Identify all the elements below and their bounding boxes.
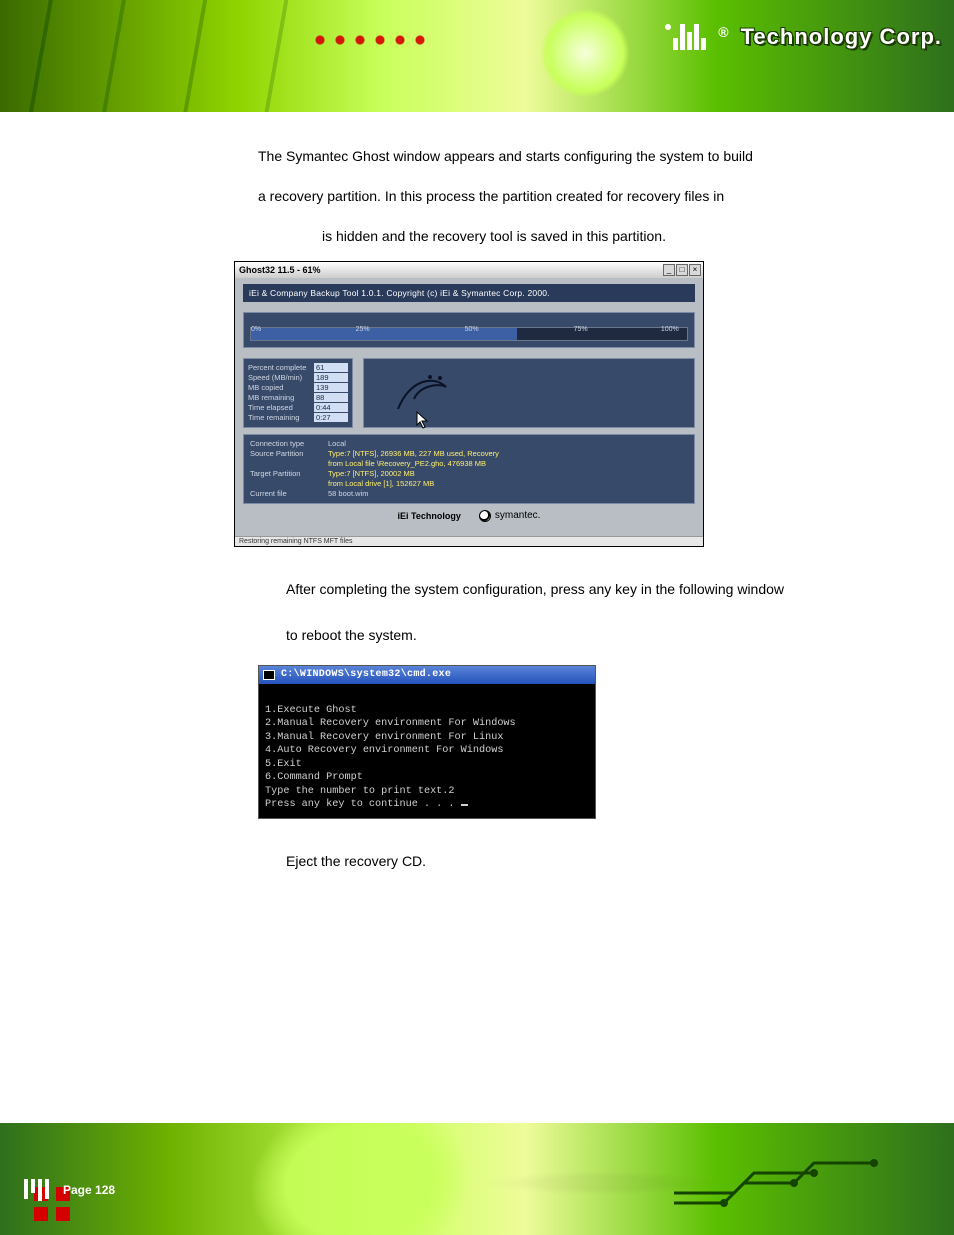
ghost-details: Connection type Local Source Partition Typ… — [243, 434, 695, 504]
step-9: Eject the recovery CD. — [258, 845, 844, 877]
page-number-text: Page 128 — [63, 1183, 115, 1197]
tick-25: 25% — [356, 326, 370, 333]
cmd-title: C:\WINDOWS\system32\cmd.exe — [281, 669, 451, 680]
stat-label: Time remaining — [248, 413, 310, 422]
ghost-footer: iEi Technology symantec. — [243, 504, 695, 528]
step-8: After completing the system configuratio… — [258, 573, 844, 819]
stat-value: 0:44 — [314, 403, 348, 412]
detail-label: Source Partition — [250, 449, 322, 458]
stat-label: Percent complete — [248, 363, 310, 372]
cursor-icon — [416, 411, 430, 429]
iei-footer-brand: iEi Technology — [398, 511, 461, 521]
intro-line-3: is hidden and the recovery tool is saved… — [258, 220, 844, 252]
stat-value: 61 — [314, 363, 348, 372]
step8-line-2: to reboot the system. — [258, 619, 844, 651]
ghost-statistics: Percent complete 61 Speed (MB/min) 189 MB … — [243, 358, 353, 428]
ghost-progress-panel: 0% 25% 50% 75% 100% — [243, 312, 695, 348]
brand: ® Technology Corp. — [663, 24, 942, 50]
ghost-graphic-panel — [363, 358, 695, 428]
registered-mark: ® — [718, 24, 728, 40]
cmd-line: 2.Manual Recovery environment For Window… — [265, 718, 516, 729]
detail-value: 58 boot.wim — [328, 489, 368, 498]
stat-value: 139 — [314, 383, 348, 392]
ghost-window-titlebar: Ghost32 11.5 - 61% _ □ × — [235, 262, 703, 278]
cmd-screenshot: C:\WINDOWS\system32\cmd.exe 1.Execute Gh… — [258, 665, 596, 819]
ghost-swoosh-icon — [390, 369, 454, 417]
cmd-line: 4.Auto Recovery environment For Windows — [265, 745, 503, 756]
stat-label: MB copied — [248, 383, 310, 392]
brand-name: Technology Corp. — [741, 24, 942, 50]
iei-logo-icon — [663, 24, 706, 50]
stat-label: MB remaining — [248, 393, 310, 402]
tick-0: 0% — [251, 326, 261, 333]
page-number: Page 128 — [24, 1179, 115, 1201]
intro-line-1: The Symantec Ghost window appears and st… — [258, 140, 844, 172]
stat-value: 88 — [314, 393, 348, 402]
cmd-line: Type the number to print text.2 — [265, 786, 455, 797]
cmd-line: 5.Exit — [265, 759, 302, 770]
detail-label: Current file — [250, 489, 322, 498]
ghost-status-strip: Restoring remaining NTFS MFT files — [235, 536, 703, 546]
tick-100: 100% — [661, 326, 679, 333]
detail-value: Local — [328, 439, 346, 448]
ghost-progress-bar: 0% 25% 50% 75% 100% — [250, 327, 688, 341]
step8-line-1: After completing the system configuratio… — [258, 573, 844, 605]
step9-line: Eject the recovery CD. — [258, 845, 844, 877]
stat-label: Time elapsed — [248, 403, 310, 412]
detail-value: Type:7 [NTFS], 26936 MB, 227 MB used, Re… — [328, 449, 499, 458]
cursor-icon — [461, 804, 468, 806]
detail-value: Type:7 [NTFS], 20002 MB — [328, 469, 415, 478]
cmd-line: 1.Execute Ghost — [265, 705, 357, 716]
detail-label: Target Partition — [250, 469, 322, 478]
page-footer-banner: Page 128 — [0, 1123, 954, 1235]
cmd-line: Press any key to continue . . . — [265, 799, 461, 810]
tick-75: 75% — [574, 326, 588, 333]
stat-value: 0:27 — [314, 413, 348, 422]
ghost-window-title: Ghost32 11.5 - 61% — [237, 265, 321, 275]
cmd-body: 1.Execute Ghost 2.Manual Recovery enviro… — [259, 684, 595, 818]
cmd-icon — [263, 670, 275, 680]
maximize-icon: □ — [676, 264, 688, 276]
symantec-text: symantec. — [495, 510, 541, 521]
detail-label: Connection type — [250, 439, 322, 448]
ghost-screenshot: Ghost32 11.5 - 61% _ □ × iEi & Company B… — [234, 261, 704, 547]
detail-value: from Local file \Recovery_PE2.gho, 47693… — [328, 459, 486, 468]
page-content: The Symantec Ghost window appears and st… — [0, 112, 954, 911]
page-header-banner: ® Technology Corp. — [0, 0, 954, 112]
ghost-banner: iEi & Company Backup Tool 1.0.1. Copyrig… — [243, 284, 695, 302]
detail-label — [250, 459, 322, 468]
symantec-icon — [479, 510, 491, 522]
close-icon: × — [689, 264, 701, 276]
stat-value: 189 — [314, 373, 348, 382]
detail-label — [250, 479, 322, 488]
detail-value: from Local drive [1], 152627 MB — [328, 479, 434, 488]
cmd-line: 6.Command Prompt — [265, 772, 363, 783]
cmd-line: 3.Manual Recovery environment For Linux — [265, 732, 503, 743]
symantec-brand: symantec. — [479, 510, 541, 522]
stat-label: Speed (MB/min) — [248, 373, 310, 382]
minimize-icon: _ — [663, 264, 675, 276]
intro-line-2: a recovery partition. In this process th… — [258, 180, 844, 212]
circuit-trace-icon — [664, 1143, 924, 1213]
cmd-titlebar: C:\WINDOWS\system32\cmd.exe — [259, 666, 595, 684]
page-num-bars-icon — [24, 1179, 49, 1201]
tick-50: 50% — [465, 326, 479, 333]
window-controls: _ □ × — [663, 264, 701, 276]
